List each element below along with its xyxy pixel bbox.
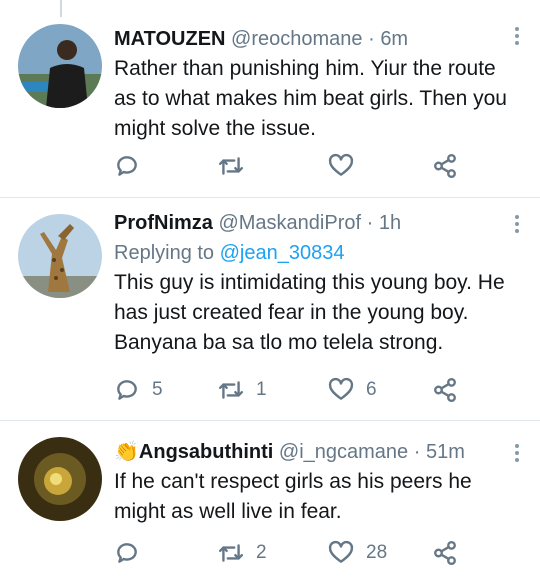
tweet-text: This guy is intimidating this young boy.… [114,271,505,354]
heart-icon [328,540,354,563]
avatar-image [18,24,102,108]
tweet[interactable]: MATOUZEN @reochomane · 6m Rather than pu… [0,0,540,197]
more-vertical-icon[interactable] [514,212,520,236]
share-button[interactable] [432,538,458,568]
avatar[interactable] [18,214,102,298]
tweet-actions: 2 28 [114,538,480,568]
retweet-icon [218,157,244,175]
avatar-image [18,214,102,298]
avatar[interactable] [18,437,102,521]
like-count: 28 [366,542,388,563]
separator: · [361,212,379,234]
retweet-button[interactable]: 1 [218,375,267,405]
more-vertical-icon[interactable] [514,24,520,48]
retweet-count: 1 [256,379,267,400]
reply-icon [117,156,137,176]
retweet-count: 2 [256,542,267,563]
reply-button[interactable]: 5 [114,375,163,405]
reply-icon [117,543,137,563]
tweet-text: Rather than punishing him. Yiur the rout… [114,57,507,140]
tweet-actions: 5 1 6 [114,375,480,405]
display-name[interactable]: MATOUZEN [114,28,225,50]
heart-icon [328,377,354,400]
display-name[interactable]: ProfNimza [114,212,213,234]
share-button[interactable] [432,151,458,181]
tweet[interactable]: 👏Angsabuthinti @i_ngcamane · 51m If he c… [0,421,540,587]
like-count: 6 [366,379,377,400]
separator: · [362,28,381,50]
heart-icon [328,153,354,176]
mention-link[interactable]: @jean_30834 [220,242,345,264]
display-name[interactable]: Angsabuthinti [139,441,273,463]
retweet-button[interactable]: 2 [218,538,267,568]
avatar-image [18,437,102,521]
share-icon [434,377,456,403]
timestamp[interactable]: 6m [380,28,408,50]
like-button[interactable] [328,151,366,181]
share-icon [434,540,456,566]
avatar[interactable] [18,24,102,108]
tweet-header: MATOUZEN @reochomane · 6m [114,26,510,52]
more-vertical-icon[interactable] [514,441,520,465]
reply-count: 5 [152,379,163,400]
username[interactable]: @i_ngcamane [279,441,408,463]
tweet[interactable]: ProfNimza @MaskandiProf · 1h Replying to… [0,198,540,419]
like-button[interactable]: 28 [328,538,387,568]
reply-icon [117,380,137,400]
replying-to: Replying to @jean_30834 [114,240,510,266]
retweet-icon [218,544,244,562]
retweet-icon [218,381,244,399]
separator: · [408,441,426,463]
clap-emoji: 👏 [114,441,139,463]
tweet-text: If he can't respect girls as his peers h… [114,470,472,523]
reply-button[interactable] [114,151,152,181]
retweet-button[interactable] [218,151,256,181]
timestamp[interactable]: 1h [379,212,401,234]
username[interactable]: @MaskandiProf [218,212,361,234]
tweet-actions [114,151,480,181]
share-icon [434,153,456,179]
share-button[interactable] [432,375,458,405]
replying-label: Replying to [114,242,215,264]
timestamp[interactable]: 51m [426,441,465,463]
username[interactable]: @reochomane [231,28,362,50]
tweet-header: ProfNimza @MaskandiProf · 1h [114,210,510,236]
tweet-header: 👏Angsabuthinti @i_ngcamane · 51m [114,439,510,465]
like-button[interactable]: 6 [328,375,377,405]
reply-button[interactable] [114,538,152,568]
